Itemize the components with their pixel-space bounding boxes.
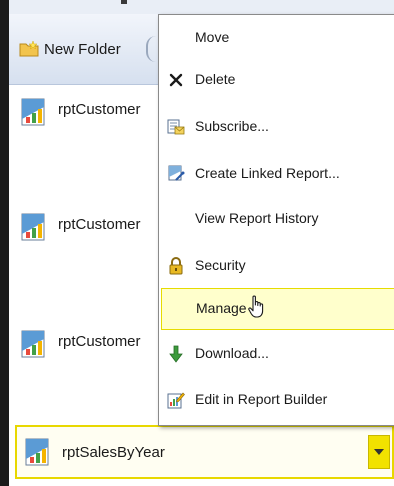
- dropdown-arrow-icon: [374, 449, 384, 455]
- subscribe-icon: [167, 118, 185, 136]
- list-item-name: rptCustomer: [58, 101, 141, 118]
- selected-list-item[interactable]: rptSalesByYear: [15, 425, 394, 479]
- delete-x-icon: [167, 71, 185, 89]
- new-folder-label: New Folder: [44, 40, 121, 58]
- menu-item-label: Manage: [196, 300, 247, 316]
- menu-item-label: Edit in Report Builder: [195, 391, 328, 407]
- context-menu: Move Delete Subscribe... Create Linked R…: [158, 14, 394, 426]
- menu-item-security[interactable]: Security: [159, 245, 394, 287]
- menu-item-label: Subscribe...: [195, 118, 269, 134]
- report-icon: [21, 213, 45, 241]
- lock-icon: [167, 257, 185, 275]
- list-item[interactable]: rptCustomer: [19, 97, 141, 127]
- hand-cursor-icon: [248, 295, 264, 318]
- new-folder-button[interactable]: New Folder: [19, 38, 121, 60]
- menu-item-label: Delete: [195, 71, 236, 87]
- selected-item-content: rptSalesByYear: [23, 437, 165, 467]
- report-builder-icon: [167, 391, 185, 409]
- title-strip: [9, 0, 394, 14]
- menu-item-label: Download...: [195, 345, 269, 361]
- menu-item-create-linked-report[interactable]: Create Linked Report...: [159, 153, 394, 195]
- report-manager-window: New Folder rptCustomer rptCustomer rptCu…: [9, 0, 394, 486]
- folder-icon: [19, 41, 39, 57]
- linked-report-icon: [167, 165, 185, 183]
- menu-item-subscribe[interactable]: Subscribe...: [159, 106, 394, 148]
- menu-item-label: Security: [195, 257, 246, 273]
- list-item[interactable]: rptCustomer: [19, 329, 141, 359]
- list-item-name: rptCustomer: [58, 333, 141, 350]
- list-item-name: rptCustomer: [58, 216, 141, 233]
- selected-item-name: rptSalesByYear: [62, 443, 165, 461]
- menu-item-download[interactable]: Download...: [159, 333, 394, 375]
- menu-item-move[interactable]: Move: [159, 17, 394, 59]
- menu-item-edit-in-report-builder[interactable]: Edit in Report Builder: [159, 379, 394, 421]
- report-icon: [21, 98, 45, 126]
- menu-item-delete[interactable]: Delete: [159, 59, 394, 101]
- menu-item-label: Create Linked Report...: [195, 165, 340, 181]
- title-fragment: [121, 0, 127, 4]
- toolbar-separator: [146, 36, 158, 62]
- menu-item-manage[interactable]: Manage: [161, 288, 394, 330]
- report-icon: [21, 330, 45, 358]
- menu-item-label: View Report History: [195, 210, 319, 226]
- list-item[interactable]: rptCustomer: [19, 212, 141, 242]
- download-arrow-icon: [167, 345, 185, 363]
- menu-item-label: Move: [195, 29, 230, 45]
- report-icon: [25, 438, 49, 466]
- item-dropdown-button[interactable]: [368, 435, 390, 469]
- menu-item-view-report-history[interactable]: View Report History: [159, 198, 394, 240]
